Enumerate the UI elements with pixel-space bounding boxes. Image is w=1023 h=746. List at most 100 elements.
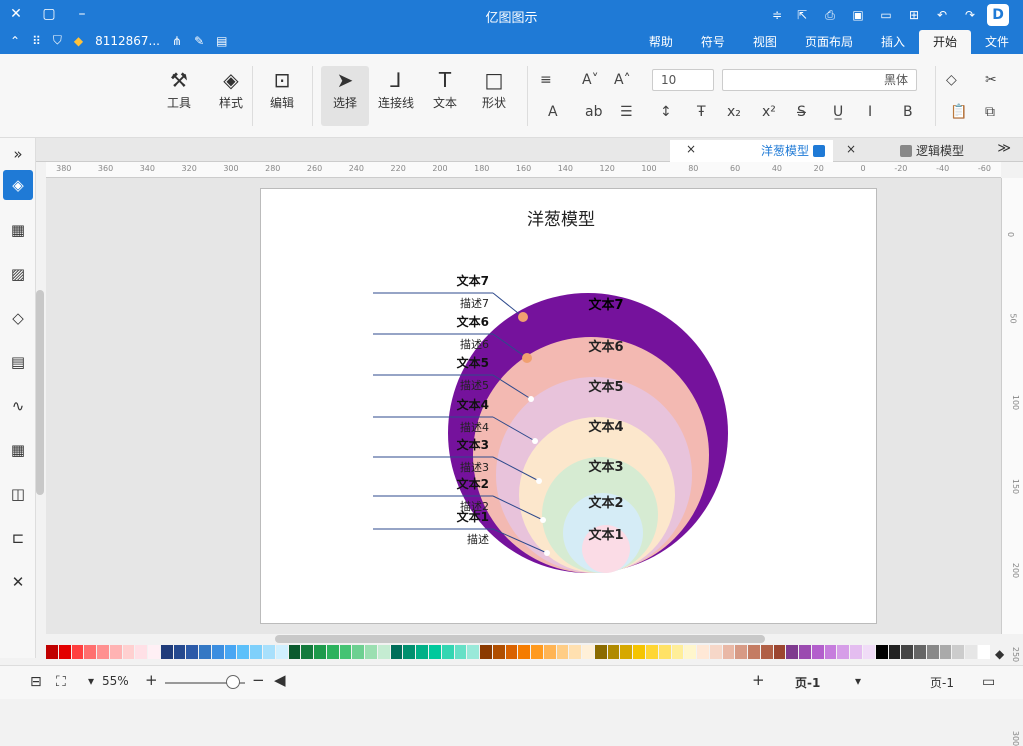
palette-swatch[interactable] — [173, 645, 186, 659]
callout-title[interactable]: 文本1 — [457, 509, 489, 524]
palette-swatch[interactable] — [199, 645, 211, 659]
tools-button[interactable]: ⚒ 工具 — [155, 66, 203, 126]
page-dropdown-icon[interactable]: ▾ — [855, 674, 861, 688]
italic-icon[interactable]: I — [868, 104, 872, 120]
close-tab-icon[interactable]: × — [846, 142, 856, 156]
list-icon[interactable]: ☰ — [620, 104, 633, 120]
page-view-icon[interactable]: ▭ — [982, 674, 995, 690]
new-icon[interactable]: ⊞ — [903, 8, 925, 22]
palette-swatch[interactable] — [811, 645, 824, 659]
palette-swatch[interactable] — [454, 645, 467, 659]
text-bg-icon[interactable]: ab — [585, 104, 602, 120]
collapse-icon[interactable]: ⌃ — [10, 34, 20, 48]
tab-insert[interactable]: 插入 — [867, 30, 919, 54]
page-icon[interactable]: ▤ — [8, 352, 28, 372]
palette-swatch[interactable] — [748, 645, 760, 659]
palette-swatch[interactable] — [773, 645, 786, 659]
palette-swatch[interactable] — [428, 645, 441, 659]
share-icon[interactable]: ⋔ — [172, 34, 182, 48]
fit-width-icon[interactable]: ⊟ — [30, 674, 42, 690]
table-icon[interactable]: ▦ — [8, 440, 28, 460]
bold-icon[interactable]: B — [903, 104, 913, 120]
zoom-level[interactable]: 55% — [102, 674, 129, 688]
palette-swatch[interactable] — [799, 645, 811, 659]
palette-swatch[interactable] — [84, 645, 97, 659]
grid-icon[interactable]: ▦ — [8, 220, 28, 240]
palette-swatch[interactable] — [314, 645, 326, 659]
layer-label[interactable]: 文本5 — [588, 379, 623, 395]
palette-swatch[interactable] — [965, 645, 977, 659]
palette-swatch[interactable] — [722, 645, 735, 659]
palette-swatch[interactable] — [148, 645, 160, 659]
palette-swatch[interactable] — [569, 645, 582, 659]
palette-swatch[interactable] — [480, 645, 492, 659]
palette-swatch[interactable] — [888, 645, 901, 659]
palette-swatch[interactable] — [645, 645, 658, 659]
zoom-out-icon[interactable]: − — [252, 671, 265, 689]
layer-label[interactable]: 文本7 — [588, 297, 623, 313]
palette-swatch[interactable] — [109, 645, 122, 659]
callout-title[interactable]: 文本2 — [457, 476, 489, 491]
redo-icon[interactable]: ↷ — [959, 8, 981, 22]
layer-label[interactable]: 文本4 — [588, 419, 623, 435]
palette-swatch[interactable] — [863, 645, 875, 659]
callout-description[interactable]: 描述3 — [460, 460, 489, 474]
palette-swatch[interactable] — [224, 645, 237, 659]
callout-title[interactable]: 文本5 — [457, 355, 489, 370]
tab-page-layout[interactable]: 页面布局 — [791, 30, 867, 54]
play-icon[interactable]: ◀ — [274, 671, 286, 689]
palette-swatch[interactable] — [186, 645, 199, 659]
palette-swatch[interactable] — [926, 645, 939, 659]
palette-swatch[interactable] — [684, 645, 697, 659]
chart-icon[interactable]: ∿ — [8, 396, 28, 416]
edit-button[interactable]: ⊡ 编辑 — [258, 66, 306, 126]
shape-button[interactable]: □ 形状 — [470, 66, 518, 126]
undo-icon[interactable]: ↶ — [931, 8, 953, 22]
paste-icon[interactable]: 📋 — [950, 104, 967, 120]
expand-panel-icon[interactable]: » — [8, 144, 28, 164]
cut-icon[interactable]: ✂ — [985, 72, 997, 88]
shirt-icon[interactable]: ⛉ — [53, 33, 62, 48]
export-icon[interactable]: ⇱ — [791, 8, 813, 22]
palette-swatch[interactable] — [939, 645, 952, 659]
palette-swatch[interactable] — [633, 645, 645, 659]
print-icon[interactable]: ⎙ — [819, 8, 841, 23]
palette-swatch[interactable] — [58, 645, 71, 659]
palette-swatch[interactable] — [875, 645, 888, 659]
palette-swatch[interactable] — [607, 645, 620, 659]
format-painter-icon[interactable]: ◇ — [946, 72, 957, 88]
palette-swatch[interactable] — [850, 645, 862, 659]
page[interactable]: 洋葱模型 文本7 文本6 文本5 文本4 文本3 文本2 文本1 文本7 描述7 文本6 描述6 文本… — [260, 188, 877, 624]
zoom-in-icon[interactable]: + — [145, 671, 158, 689]
expand-right-icon[interactable]: ≫ — [997, 141, 1011, 156]
style-button[interactable]: ◈ 样式 — [207, 66, 255, 126]
layer-label[interactable]: 文本6 — [588, 339, 623, 355]
apps-icon[interactable]: ⠿ — [32, 34, 41, 48]
select-button[interactable]: ➤ 选择 — [321, 66, 369, 126]
palette-swatch[interactable] — [735, 645, 748, 659]
callout-description[interactable]: 描述6 — [460, 337, 489, 351]
palette-swatch[interactable] — [786, 645, 799, 659]
fill-icon[interactable]: ◈ — [3, 170, 33, 200]
callout-title[interactable]: 文本3 — [457, 437, 489, 452]
zoom-slider-knob[interactable] — [226, 675, 240, 689]
doc-tab-logic-model[interactable]: 逻辑模型 — [892, 140, 972, 162]
palette-swatch[interactable] — [824, 645, 837, 659]
palette-swatch[interactable] — [71, 645, 84, 659]
subscript-icon[interactable]: x₂ — [727, 104, 741, 120]
horizontal-scrollbar[interactable] — [275, 635, 765, 643]
palette-swatch[interactable] — [582, 645, 594, 659]
line-spacing-icon[interactable]: ↕ — [660, 104, 672, 120]
save-icon[interactable]: ▣ — [847, 8, 869, 22]
fullscreen-icon[interactable]: ⛶ — [56, 674, 66, 690]
palette-swatch[interactable] — [46, 645, 58, 659]
palette-swatch[interactable] — [365, 645, 377, 659]
tab-view[interactable]: 视图 — [739, 30, 791, 54]
copy-icon[interactable]: ⧉ — [985, 104, 995, 120]
palette-swatch[interactable] — [620, 645, 633, 659]
palette-swatch[interactable] — [250, 645, 263, 659]
tab-help[interactable]: 帮助 — [635, 30, 687, 54]
palette-swatch[interactable] — [760, 645, 773, 659]
strikethrough-icon[interactable]: S̶ — [797, 104, 806, 120]
username[interactable]: 811286​7... — [95, 34, 160, 48]
